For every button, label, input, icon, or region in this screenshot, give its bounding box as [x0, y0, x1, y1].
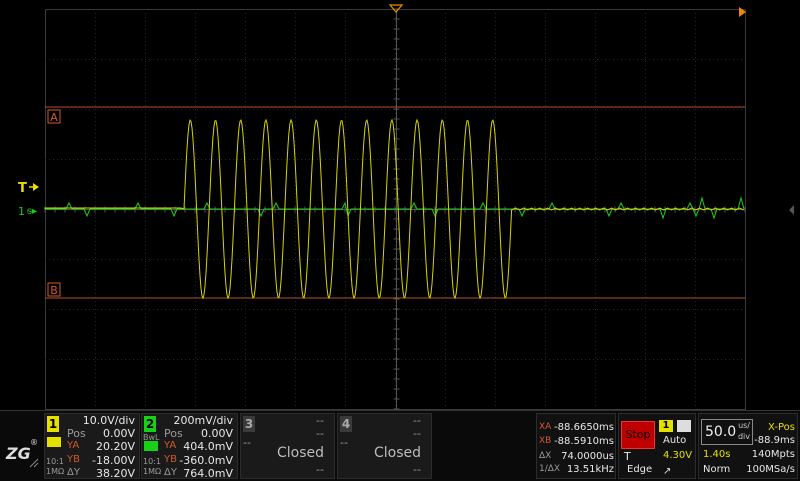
- channel-4-badge[interactable]: 4: [340, 416, 352, 432]
- trigger-level: 4.30V: [663, 450, 693, 461]
- acquisition-mode: Norm: [703, 464, 731, 475]
- channel-2-dy-value: 764.0mV: [183, 467, 233, 480]
- trigger-source-badge[interactable]: 1: [659, 420, 673, 432]
- trigger-type: Edge: [627, 464, 653, 475]
- run-status: Stop: [625, 428, 651, 441]
- timebase-scale-unit-top: us/: [738, 421, 750, 430]
- channel-2-pos-label: Pos: [164, 427, 183, 440]
- timebase-scale-value: 50.0: [705, 424, 737, 440]
- timebase-panel[interactable]: 50.0 us/ div X-Pos -88.9ms 1.40s 140Mpts…: [698, 413, 798, 479]
- channel-2-coupling-icon: [144, 441, 158, 451]
- status-bar: ZG ® 1 10.0V/div Pos 0.00V YA 20.20V YB …: [0, 410, 800, 481]
- svg-text:ZG: ZG: [5, 444, 31, 463]
- channel-4-dash-4: --: [413, 463, 421, 476]
- channel-2-ya-label: YA: [164, 440, 177, 451]
- channel-3-panel[interactable]: 3 -- -- -- Closed --: [240, 413, 335, 479]
- timebase-scale-box[interactable]: 50.0 us/ div: [701, 419, 753, 445]
- zlg-logo: ZG ®: [4, 431, 40, 471]
- channel-3-dash-1: --: [316, 414, 324, 427]
- channel-ground-arrow-icon: ᵴ▸: [26, 206, 37, 217]
- channel-2-yb-value: -360.0mV: [179, 454, 233, 467]
- channel-4-dash-2: --: [413, 427, 421, 440]
- channel-4-status: Closed: [374, 445, 422, 461]
- channel-4-dash-1: --: [413, 414, 421, 427]
- channel-2-impedance: 1MΩ: [143, 467, 162, 476]
- channel-3-status: Closed: [277, 445, 325, 461]
- xpos-value: -88.9ms: [754, 435, 795, 446]
- channel-1-impedance: 1MΩ: [46, 467, 65, 476]
- channel-3-dash-4: --: [316, 463, 324, 476]
- svg-text:®: ®: [30, 438, 38, 447]
- stop-button[interactable]: Stop: [621, 421, 655, 449]
- channel-1-coupling-icon: [47, 437, 61, 447]
- channel-1-dy-value: 38.20V: [95, 467, 135, 480]
- channel-2-badge[interactable]: 2: [144, 416, 156, 432]
- trigger-offscreen-marker[interactable]: [739, 7, 746, 17]
- channel-1-badge[interactable]: 1: [47, 416, 59, 432]
- timebase-scale-unit-bottom: div: [737, 432, 750, 441]
- cursor-xa-value: -88.6650ms: [554, 422, 614, 433]
- channel-3-badge[interactable]: 3: [243, 416, 255, 432]
- side-menu-collapse-icon[interactable]: [789, 205, 794, 215]
- channel-2-panel[interactable]: 2 200mV/div Pos 0.00V BwL YA 404.0mV YB …: [141, 413, 238, 480]
- channel-1-panel[interactable]: 1 10.0V/div Pos 0.00V YA 20.20V YB -18.0…: [44, 413, 140, 480]
- trigger-mode: Auto: [663, 435, 687, 446]
- cursor-xa-label: XA: [539, 422, 552, 432]
- cursor-xb-value: -88.5910ms: [554, 436, 614, 447]
- trigger-level-marker[interactable]: T: [18, 181, 27, 196]
- channel-1-pos-label: Pos: [67, 427, 86, 440]
- cursor-dx-label: ΔX: [539, 451, 552, 461]
- channel-1-pos-value: 0.00V: [102, 427, 135, 440]
- channel-1-ya-value: 20.20V: [95, 440, 135, 453]
- channel-3-dash-3: --: [243, 436, 251, 449]
- trigger-edge-icon: [677, 420, 691, 432]
- cursor-inv-dx-label: 1/ΔX: [539, 464, 561, 474]
- trigger-label: T: [624, 450, 631, 463]
- channel-4-dash-3: --: [340, 436, 348, 449]
- cursor-b-label: B: [50, 284, 58, 297]
- channel-2-scale: 200mV/div: [173, 414, 234, 427]
- channel-1-ground-marker[interactable]: 1: [18, 205, 25, 218]
- channel-1-yb-label: YB: [67, 454, 80, 465]
- xpos-label: X-Pos: [768, 422, 795, 433]
- channel-3-dash-2: --: [316, 427, 324, 440]
- channel-2-ya-value: 404.0mV: [183, 440, 233, 453]
- waveform-display[interactable]: A B T 1 ᵴ▸: [0, 0, 800, 410]
- channel-2-pos-value: 0.00V: [200, 427, 233, 440]
- cursor-inv-dx-value: 13.51kHz: [566, 464, 614, 475]
- channel-1-dy-label: ΔY: [67, 467, 80, 478]
- cursor-a-label: A: [50, 111, 58, 124]
- channel-1-yb-value: -18.00V: [92, 454, 135, 467]
- trigger-slope-icon: ↗: [663, 466, 672, 477]
- channel-1-ya-label: YA: [67, 440, 80, 451]
- channel-4-panel[interactable]: 4 -- -- -- Closed --: [337, 413, 432, 479]
- cursor-xb-label: XB: [539, 436, 552, 446]
- channel-1-scale: 10.0V/div: [82, 414, 135, 427]
- channel-2-yb-label: YB: [164, 454, 177, 465]
- channel-2-probe: 10:1: [143, 457, 161, 466]
- cursor-measure-panel[interactable]: XA -88.6650ms XB -88.5910ms ΔX 74.0000us…: [536, 413, 616, 479]
- run-trigger-panel[interactable]: Stop 1 Auto T 4.30V Edge ↗: [618, 413, 696, 479]
- channel-1-probe: 10:1: [46, 457, 64, 466]
- sample-rate: 100MSa/s: [746, 464, 795, 475]
- channel-2-dy-label: ΔY: [164, 467, 177, 478]
- cursor-dx-value: 74.0000us: [561, 451, 614, 462]
- memory-depth: 140Mpts: [751, 449, 795, 460]
- acq-time: 1.40s: [703, 449, 731, 460]
